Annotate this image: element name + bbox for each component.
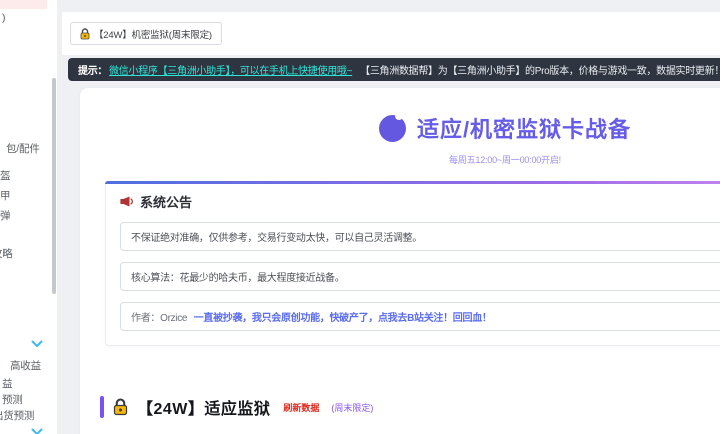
announcement-title: 系统公告	[140, 195, 193, 210]
sidebar-item[interactable]: 包/配件	[6, 141, 40, 156]
sidebar-item[interactable]: 甲	[0, 188, 11, 203]
tab-chip-prison[interactable]: 【24W】机密监狱(周末限定)	[70, 22, 222, 45]
notice-prefix: 提示：	[78, 66, 108, 77]
announcement-author-line: 作者：Orzice 一直被抄袭，我只会原创功能，快破产了，点我去B站关注！回回血…	[120, 302, 720, 331]
notice-text: 【三角洲数据帮】为【三角洲小助手】的Pro版本，价格与游戏一致，数据实时更新！	[360, 66, 720, 77]
announcement-card: 系统公告 不保证绝对准确，仅供参考，交易行变动太快，可以自己灵活调整。 核心算法…	[105, 181, 720, 346]
content-card: 适应/机密监狱卡战备 每周五12:00~周一00:00开启! 系统公告 不保证绝…	[80, 88, 720, 434]
tab-chip-label: 【24W】机密监狱(周末限定)	[94, 29, 212, 41]
sidebar-item[interactable]: 预测	[2, 392, 23, 407]
megaphone-icon	[120, 196, 134, 207]
notice-miniprogram-link[interactable]: 微信小程序【三角洲小助手】，可以在手机上快捷使用哦~	[109, 62, 352, 77]
sidebar-item[interactable]: 益	[2, 376, 13, 391]
sidebar-item[interactable]: 盔	[0, 168, 11, 183]
sidebar-item[interactable]: 攻略	[0, 246, 13, 261]
sidebar: ) 包/配件 盔 甲 弹 攻略 高收益 益 预测 出货预测	[0, 0, 57, 434]
tab-bar: 【24W】机密监狱(周末限定)	[62, 12, 720, 55]
section-title: 【24W】适应监狱	[137, 401, 271, 418]
section-header: 【24W】适应监狱 刷新数据 (周末限定)	[100, 395, 720, 419]
refresh-data-button[interactable]: 刷新数据	[283, 401, 319, 414]
announcement-line: 核心算法：花最少的哈夫币，最大程度接近战备。	[120, 262, 720, 291]
lock-icon	[80, 27, 90, 40]
author-label: 作者：Orzice	[131, 313, 188, 324]
page-subtitle: 每周五12:00~周一00:00开启!	[448, 155, 561, 165]
sidebar-item[interactable]: 高收益	[10, 358, 41, 373]
section-accent-bar	[100, 396, 104, 418]
sidebar-item[interactable]: 出货预测	[0, 408, 34, 423]
notice-bar: 提示： 微信小程序【三角洲小助手】，可以在手机上快捷使用哦~ 【三角洲数据帮】为…	[68, 58, 720, 81]
lock-icon	[113, 398, 128, 416]
sidebar-scrollbar[interactable]	[52, 78, 56, 294]
chevron-down-icon[interactable]	[31, 423, 43, 434]
sidebar-active-item[interactable]	[0, 0, 47, 9]
sidebar-item[interactable]: )	[2, 12, 6, 24]
chevron-down-icon[interactable]	[31, 335, 43, 347]
page-title: 适应/机密监狱卡战备	[416, 117, 632, 142]
app-window: ) 包/配件 盔 甲 弹 攻略 高收益 益 预测 出货预测 【24W】机密监狱(…	[0, 0, 720, 434]
author-bilibili-link[interactable]: 一直被抄袭，我只会原创功能，快破产了，点我去B站关注！回回血！	[194, 313, 492, 324]
hero-header: 适应/机密监狱卡战备 每周五12:00~周一00:00开启!	[80, 88, 720, 166]
announcement-line: 不保证绝对准确，仅供参考，交易行变动太快，可以自己灵活调整。	[120, 222, 720, 251]
purple-circle-icon	[378, 111, 406, 142]
weekend-limited-badge: (周末限定)	[331, 402, 374, 413]
sidebar-item[interactable]: 弹	[0, 208, 11, 223]
main-area: 【24W】机密监狱(周末限定) 提示： 微信小程序【三角洲小助手】，可以在手机上…	[57, 0, 720, 434]
